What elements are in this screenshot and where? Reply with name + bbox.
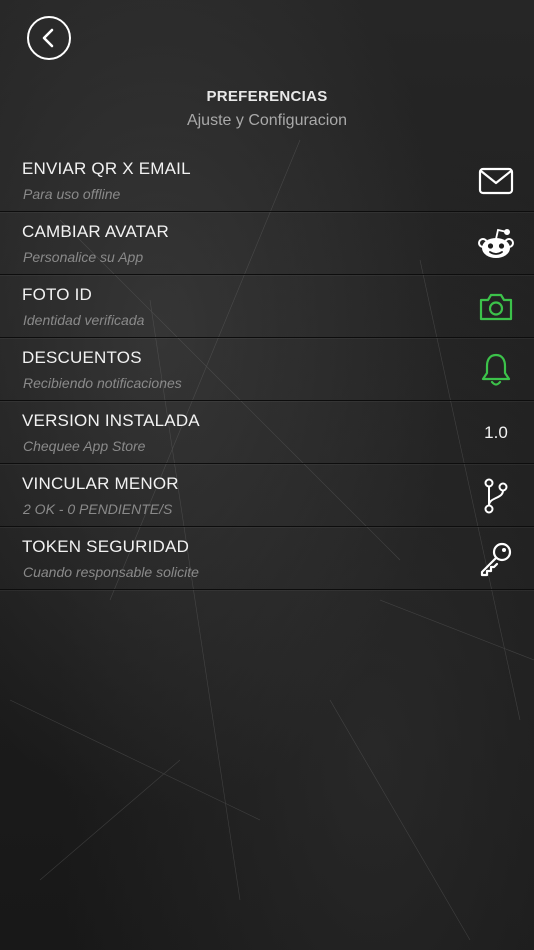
bell-icon [481, 353, 511, 386]
chevron-left-icon [42, 28, 54, 48]
list-item-token-seguridad[interactable]: TOKEN SEGURIDAD Cuando responsable solic… [0, 527, 534, 590]
reddit-alien-icon [478, 228, 514, 258]
item-label: FOTO ID [22, 285, 93, 304]
item-subtitle: Para uso offline [23, 186, 121, 202]
item-label: VERSION INSTALADA [22, 411, 200, 430]
back-button[interactable] [27, 16, 71, 60]
item-subtitle: Chequee App Store [23, 438, 146, 454]
item-subtitle: Identidad verificada [23, 312, 145, 328]
item-subtitle: Personalice su App [23, 249, 144, 265]
version-value: 1.0 [484, 422, 508, 442]
list-item-version[interactable]: VERSION INSTALADA Chequee App Store 1.0 [0, 401, 534, 464]
item-subtitle: Cuando responsable solicite [23, 564, 199, 580]
mail-icon [478, 167, 514, 194]
key-icon [480, 542, 512, 576]
item-label: ENVIAR QR X EMAIL [22, 159, 191, 178]
git-branch-icon [484, 478, 508, 513]
item-label: VINCULAR MENOR [22, 474, 179, 493]
item-label: CAMBIAR AVATAR [22, 222, 170, 241]
list-item-cambiar-avatar[interactable]: CAMBIAR AVATAR Personalice su App [0, 212, 534, 275]
item-label: TOKEN SEGURIDAD [22, 537, 190, 556]
list-item-enviar-qr[interactable]: ENVIAR QR X EMAIL Para uso offline [0, 149, 534, 212]
list-item-vincular-menor[interactable]: VINCULAR MENOR 2 OK - 0 PENDIENTE/S [0, 464, 534, 527]
page-subtitle: Ajuste y Configuracion [186, 112, 348, 129]
item-subtitle: Recibiendo notificaciones [23, 375, 182, 391]
page-title: PREFERENCIAS [206, 88, 328, 105]
item-label: DESCUENTOS [22, 348, 142, 367]
page-header: PREFERENCIAS Ajuste y Configuracion [0, 88, 534, 130]
list-item-foto-id[interactable]: FOTO ID Identidad verificada [0, 275, 534, 338]
list-item-descuentos[interactable]: DESCUENTOS Recibiendo notificaciones [0, 338, 534, 401]
item-subtitle: 2 OK - 0 PENDIENTE/S [23, 501, 173, 517]
camera-icon [479, 293, 513, 320]
preferences-list: ENVIAR QR X EMAIL Para uso offline CAMBI… [0, 149, 534, 590]
